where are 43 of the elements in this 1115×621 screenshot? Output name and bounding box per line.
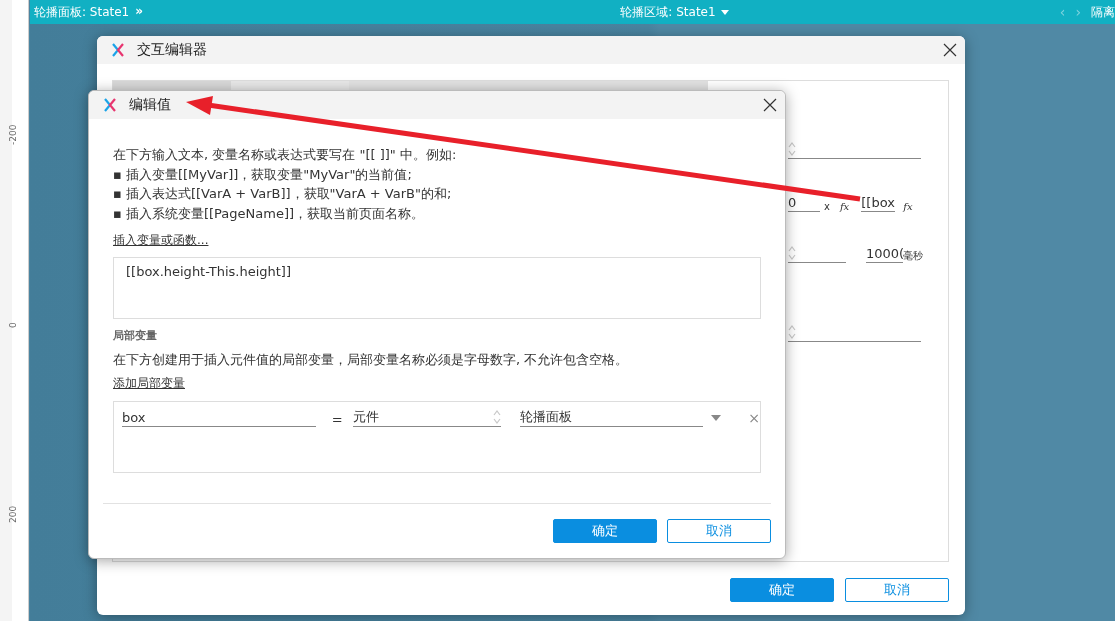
target-select[interactable]: 轮播面板 xyxy=(520,408,704,427)
chevron-icon xyxy=(493,409,502,425)
function-icon[interactable]: fx xyxy=(903,201,913,212)
insert-variable-link[interactable]: 插入变量或函数... xyxy=(113,232,209,249)
unit-label: x xyxy=(824,201,830,212)
close-icon[interactable] xyxy=(943,43,957,57)
close-icon[interactable] xyxy=(763,98,777,112)
ruler-label: 200 xyxy=(8,505,18,523)
confirm-button[interactable]: 确定 xyxy=(553,519,657,543)
select-field[interactable] xyxy=(788,140,921,159)
chevron-icon xyxy=(788,245,796,261)
type-select[interactable]: 元件 xyxy=(352,408,502,427)
instruction-text: 在下方输入文本, 变量名称或表达式要写在 "[[ ]]" 中。例如: xyxy=(113,146,458,164)
ruler-label: -200 xyxy=(8,124,18,145)
window-title: 编辑值 xyxy=(129,96,171,114)
caret-icon xyxy=(720,9,729,15)
expression-field[interactable]: [[box xyxy=(861,193,896,212)
description-text: 在下方创建用于插入元件值的局部变量，局部变量名称必须是字母数字, 不允许包含空格。 xyxy=(113,351,630,369)
equals-sign: = xyxy=(331,412,343,427)
expression-input[interactable]: [[box.height-This.height]] xyxy=(113,257,761,319)
chevron-icon xyxy=(788,141,796,157)
dropdown-caret-icon[interactable] xyxy=(711,414,722,421)
offset-field[interactable]: 0 xyxy=(788,193,820,212)
logo-icon xyxy=(111,43,125,57)
confirm-button[interactable]: 确定 xyxy=(730,578,834,602)
cancel-button[interactable]: 取消 xyxy=(845,578,949,602)
select-field[interactable] xyxy=(788,323,921,342)
duration-field[interactable]: 1000( xyxy=(866,244,903,263)
remove-icon[interactable]: × xyxy=(748,409,760,426)
chevron-icon xyxy=(788,324,796,340)
instruction-text: ▪ 插入表达式[[VarA + VarB]]，获取"VarA + VarB"的和; xyxy=(113,185,453,203)
function-icon[interactable]: fx xyxy=(839,201,850,212)
easing-select[interactable] xyxy=(788,244,846,263)
add-variable-link[interactable]: 添加局部变量 xyxy=(113,375,185,392)
instruction-text: ▪ 插入系统变量[[PageName]]，获取当前页面名称。 xyxy=(113,204,426,223)
ruler-label: 0 xyxy=(8,322,18,328)
cancel-button[interactable]: 取消 xyxy=(667,519,771,543)
logo-icon xyxy=(103,98,117,112)
unit-label: 毫秒 xyxy=(903,249,923,263)
section-label: 局部变量 xyxy=(113,328,158,343)
variable-name-field[interactable]: box xyxy=(122,408,316,427)
window-title: 交互编辑器 xyxy=(137,41,207,59)
instruction-text: ▪ 插入变量[[MyVar]]，获取变量"MyVar"的当前值; xyxy=(113,165,413,184)
